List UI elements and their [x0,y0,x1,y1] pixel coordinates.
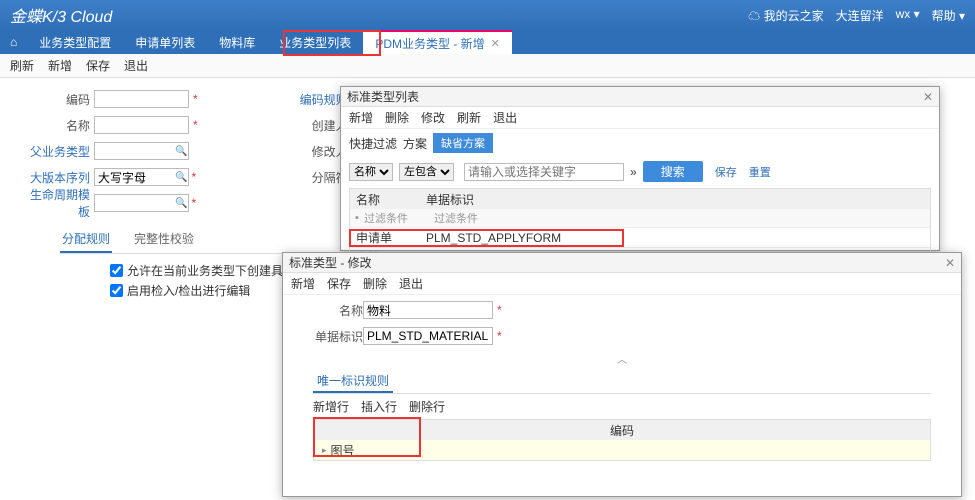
user-menu[interactable]: wx ▾ [896,7,920,24]
main-tabs: ⌂ 业务类型配置 申请单列表 物料库 业务类型列表 PDM业务类型 - 新增✕ [0,30,975,54]
tab-apply-list[interactable]: 申请单列表 [123,30,207,54]
add-row-button[interactable]: 新增行 [313,398,349,415]
exit-button[interactable]: 退出 [399,275,423,292]
filter-cell[interactable]: 过滤条件 [364,210,434,226]
brand-logo: 金蝶K/3 Cloud [10,3,112,27]
save-button[interactable]: 保存 [86,57,110,74]
modal-title: 标准类型列表 [347,88,419,105]
col-name: 名称 [350,191,420,208]
label-name: 名称 [20,117,90,134]
label-coderule[interactable]: 编码规则 [278,91,348,108]
label-verrule[interactable]: 大版本序列 [20,169,90,186]
tab-biztype-config[interactable]: 业务类型配置 [27,30,123,54]
insert-row-button[interactable]: 插入行 [361,398,397,415]
checkbox[interactable] [110,264,123,277]
close-icon[interactable]: ✕ [923,90,933,104]
tab-unique-rule[interactable]: 唯一标识规则 [313,370,393,393]
label-sep: 分隔符 [278,169,348,186]
header-right: ☁ 我的云之家 大连留洋 wx ▾ 帮助 ▾ [748,7,965,24]
col-code: 编码 [314,420,930,440]
exit-button[interactable]: 退出 [493,109,517,126]
search-input[interactable] [464,163,624,181]
search-field-select[interactable]: 名称 [349,163,393,181]
page-toolbar: 刷新 新增 保存 退出 [0,54,975,78]
more-icon[interactable]: » [630,165,637,179]
search-button[interactable]: 搜索 [643,161,703,182]
search-icon[interactable]: 🔍 [175,172,187,183]
tab-home[interactable]: ⌂ [0,30,27,54]
tab-integrity[interactable]: 完整性校验 [132,226,196,253]
label-code: 编码 [20,91,90,108]
close-icon[interactable]: ✕ [945,256,955,270]
label-billid: 单据标识 [313,328,363,345]
input-name[interactable] [94,116,189,134]
tab-biztype-list[interactable]: 业务类型列表 [267,30,363,54]
scheme-label: 方案 [403,135,427,152]
delete-button[interactable]: 删除 [385,109,409,126]
table-row[interactable]: ▸图号 [314,440,930,460]
tab-pdm-biztype-new[interactable]: PDM业务类型 - 新增✕ [363,30,512,54]
close-icon[interactable]: ✕ [491,37,500,50]
input-billid[interactable] [363,327,493,345]
home-icon: ⌂ [10,35,17,49]
modal-title: 标准类型 - 修改 [289,254,372,271]
save-button[interactable]: 保存 [327,275,351,292]
new-button[interactable]: 新增 [48,57,72,74]
tab-alloc-rule[interactable]: 分配规则 [60,226,112,253]
collapse-toggle[interactable]: ︿ [283,351,961,366]
input-code[interactable] [94,90,189,108]
label-name: 名称 [313,302,363,319]
org-name[interactable]: 大连留洋 [836,7,884,24]
refresh-button[interactable]: 刷新 [457,109,481,126]
filter-icon[interactable]: ▪ [350,212,364,224]
label-modifier: 修改人 [278,143,348,160]
modify-button[interactable]: 修改 [421,109,445,126]
search-icon[interactable]: 🔍 [175,198,187,209]
label-creator: 创建人 [278,117,348,134]
checkbox[interactable] [110,284,123,297]
exit-button[interactable]: 退出 [124,57,148,74]
refresh-button[interactable]: 刷新 [10,57,34,74]
reset-link[interactable]: 重置 [749,164,771,180]
cloud-link[interactable]: ☁ 我的云之家 [748,7,823,24]
filter-cell[interactable]: 过滤条件 [434,210,930,226]
search-match-select[interactable]: 左包含 [399,163,454,181]
delete-row-button[interactable]: 删除行 [409,398,445,415]
delete-button[interactable]: 删除 [363,275,387,292]
input-name[interactable] [363,301,493,319]
label-parent[interactable]: 父业务类型 [20,143,90,160]
new-button[interactable]: 新增 [349,109,373,126]
sub-tabs: 分配规则 完整性校验 [60,226,340,254]
help-menu[interactable]: 帮助 ▾ [932,7,965,24]
col-billid: 单据标识 [420,191,930,208]
save-scheme-link[interactable]: 保存 [715,164,737,180]
row-marker-icon: ▸ [322,445,327,456]
table-row[interactable]: 申请单PLM_STD_APPLYFORM [350,227,930,247]
tab-material-lib[interactable]: 物料库 [207,30,267,54]
modal-standard-type-list: 标准类型列表 ✕ 新增 删除 修改 刷新 退出 快捷过滤 方案 缺省方案 名称 左… [340,86,940,251]
modal-standard-type-edit: 标准类型 - 修改✕ 新增 保存 删除 退出 名称* 单据标识* ︿ 唯一标识规… [282,252,962,497]
search-icon[interactable]: 🔍 [175,146,187,157]
new-button[interactable]: 新增 [291,275,315,292]
quick-filter-label: 快捷过滤 [349,135,397,152]
default-scheme-tag[interactable]: 缺省方案 [433,133,493,153]
app-header: 金蝶K/3 Cloud ☁ 我的云之家 大连留洋 wx ▾ 帮助 ▾ [0,0,975,30]
label-lifetmpl[interactable]: 生命周期模板 [20,186,90,220]
